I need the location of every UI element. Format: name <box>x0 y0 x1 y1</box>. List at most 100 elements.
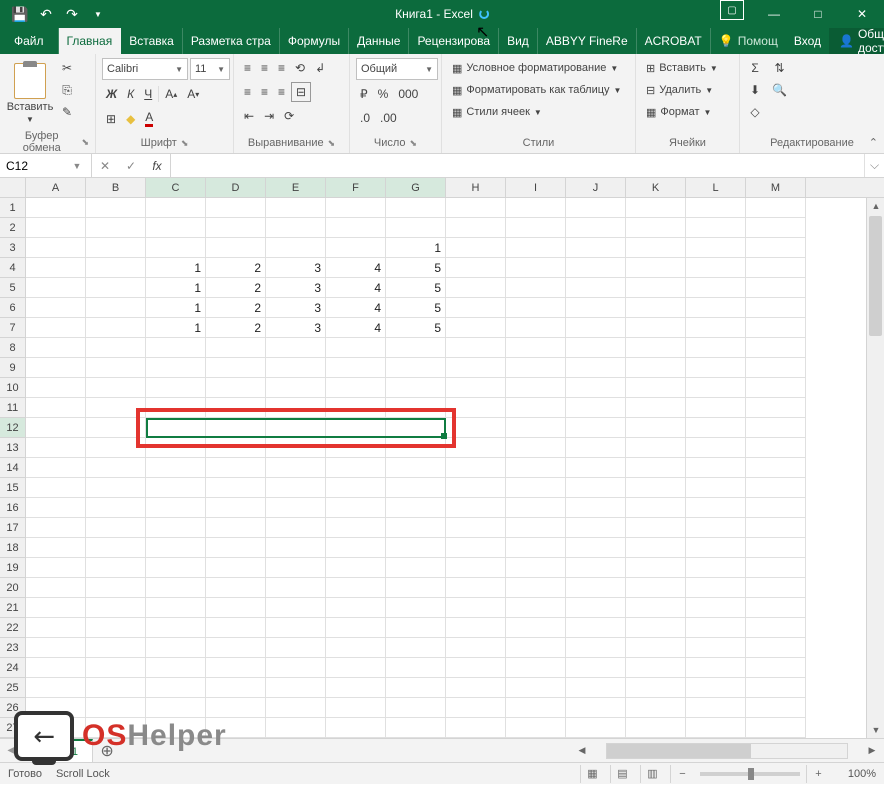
cell-G9[interactable] <box>386 358 446 378</box>
cell-M19[interactable] <box>746 558 806 578</box>
cell-H21[interactable] <box>446 598 506 618</box>
cell-C12[interactable] <box>146 418 206 438</box>
sign-in-button[interactable]: Вход <box>786 34 829 48</box>
col-header-J[interactable]: J <box>566 178 626 197</box>
cell-G13[interactable] <box>386 438 446 458</box>
cell-G27[interactable] <box>386 718 446 738</box>
align-bottom-button[interactable]: ≡ <box>274 58 289 78</box>
cell-G20[interactable] <box>386 578 446 598</box>
cell-A23[interactable] <box>26 638 86 658</box>
cell-C1[interactable] <box>146 198 206 218</box>
cell-E9[interactable] <box>266 358 326 378</box>
cell-J5[interactable] <box>566 278 626 298</box>
cell-F24[interactable] <box>326 658 386 678</box>
cell-B18[interactable] <box>86 538 146 558</box>
cell-styles-button[interactable]: ▦Стили ячеек▼ <box>448 102 546 122</box>
expand-formula-bar-button[interactable]: ⌵ <box>864 154 884 177</box>
cell-C19[interactable] <box>146 558 206 578</box>
cell-F23[interactable] <box>326 638 386 658</box>
cell-L23[interactable] <box>686 638 746 658</box>
cell-L14[interactable] <box>686 458 746 478</box>
cell-A7[interactable] <box>26 318 86 338</box>
fill-color-button[interactable]: ◆ <box>122 109 139 129</box>
row-header-25[interactable]: 25 <box>0 678 25 698</box>
cell-D20[interactable] <box>206 578 266 598</box>
cell-J9[interactable] <box>566 358 626 378</box>
row-header-7[interactable]: 7 <box>0 318 25 338</box>
cell-B14[interactable] <box>86 458 146 478</box>
cell-I1[interactable] <box>506 198 566 218</box>
cell-E3[interactable] <box>266 238 326 258</box>
cell-B16[interactable] <box>86 498 146 518</box>
cell-L19[interactable] <box>686 558 746 578</box>
ribbon-options-button[interactable]: ▢ <box>720 0 744 20</box>
cell-M9[interactable] <box>746 358 806 378</box>
paste-button[interactable]: Вставить ▼ <box>6 58 54 128</box>
cell-L17[interactable] <box>686 518 746 538</box>
cell-L12[interactable] <box>686 418 746 438</box>
cell-H3[interactable] <box>446 238 506 258</box>
cell-I5[interactable] <box>506 278 566 298</box>
cell-J25[interactable] <box>566 678 626 698</box>
row-header-12[interactable]: 12 <box>0 418 25 438</box>
cell-L11[interactable] <box>686 398 746 418</box>
number-launcher[interactable]: ⬊ <box>410 138 418 149</box>
cell-M18[interactable] <box>746 538 806 558</box>
cell-B1[interactable] <box>86 198 146 218</box>
cell-E20[interactable] <box>266 578 326 598</box>
cell-C23[interactable] <box>146 638 206 658</box>
cell-D25[interactable] <box>206 678 266 698</box>
align-right-button[interactable]: ≡ <box>274 82 289 102</box>
cell-E18[interactable] <box>266 538 326 558</box>
decrease-decimal-button[interactable]: .00 <box>376 108 401 128</box>
cell-K18[interactable] <box>626 538 686 558</box>
align-center-button[interactable]: ≡ <box>257 82 272 102</box>
cell-G6[interactable]: 5 <box>386 298 446 318</box>
cell-I8[interactable] <box>506 338 566 358</box>
format-cells-button[interactable]: ▦Формат▼ <box>642 102 715 122</box>
cell-M15[interactable] <box>746 478 806 498</box>
cell-M16[interactable] <box>746 498 806 518</box>
cell-F11[interactable] <box>326 398 386 418</box>
cell-A18[interactable] <box>26 538 86 558</box>
cell-H14[interactable] <box>446 458 506 478</box>
cell-J26[interactable] <box>566 698 626 718</box>
cell-F20[interactable] <box>326 578 386 598</box>
cell-J24[interactable] <box>566 658 626 678</box>
cell-E21[interactable] <box>266 598 326 618</box>
cell-G10[interactable] <box>386 378 446 398</box>
cell-G7[interactable]: 5 <box>386 318 446 338</box>
cell-G18[interactable] <box>386 538 446 558</box>
cell-A10[interactable] <box>26 378 86 398</box>
cell-K10[interactable] <box>626 378 686 398</box>
cell-E7[interactable]: 3 <box>266 318 326 338</box>
cell-J3[interactable] <box>566 238 626 258</box>
cell-C22[interactable] <box>146 618 206 638</box>
cell-K4[interactable] <box>626 258 686 278</box>
col-header-K[interactable]: K <box>626 178 686 197</box>
row-header-13[interactable]: 13 <box>0 438 25 458</box>
cell-D1[interactable] <box>206 198 266 218</box>
cell-A5[interactable] <box>26 278 86 298</box>
cell-D9[interactable] <box>206 358 266 378</box>
vertical-scrollbar[interactable]: ▲ ▼ <box>866 198 884 738</box>
align-top-button[interactable]: ≡ <box>240 58 255 78</box>
cell-C3[interactable] <box>146 238 206 258</box>
col-header-G[interactable]: G <box>386 178 446 197</box>
row-header-8[interactable]: 8 <box>0 338 25 358</box>
cell-L16[interactable] <box>686 498 746 518</box>
cell-F25[interactable] <box>326 678 386 698</box>
cell-E12[interactable] <box>266 418 326 438</box>
cell-A6[interactable] <box>26 298 86 318</box>
cell-L25[interactable] <box>686 678 746 698</box>
cancel-formula-button[interactable]: ✕ <box>92 159 118 173</box>
cell-L26[interactable] <box>686 698 746 718</box>
comma-button[interactable]: 000 <box>394 84 422 104</box>
cell-M5[interactable] <box>746 278 806 298</box>
cell-G14[interactable] <box>386 458 446 478</box>
cell-D24[interactable] <box>206 658 266 678</box>
cell-E25[interactable] <box>266 678 326 698</box>
cell-M11[interactable] <box>746 398 806 418</box>
cell-G8[interactable] <box>386 338 446 358</box>
share-button[interactable]: 👤 Общий доступ <box>829 27 884 55</box>
